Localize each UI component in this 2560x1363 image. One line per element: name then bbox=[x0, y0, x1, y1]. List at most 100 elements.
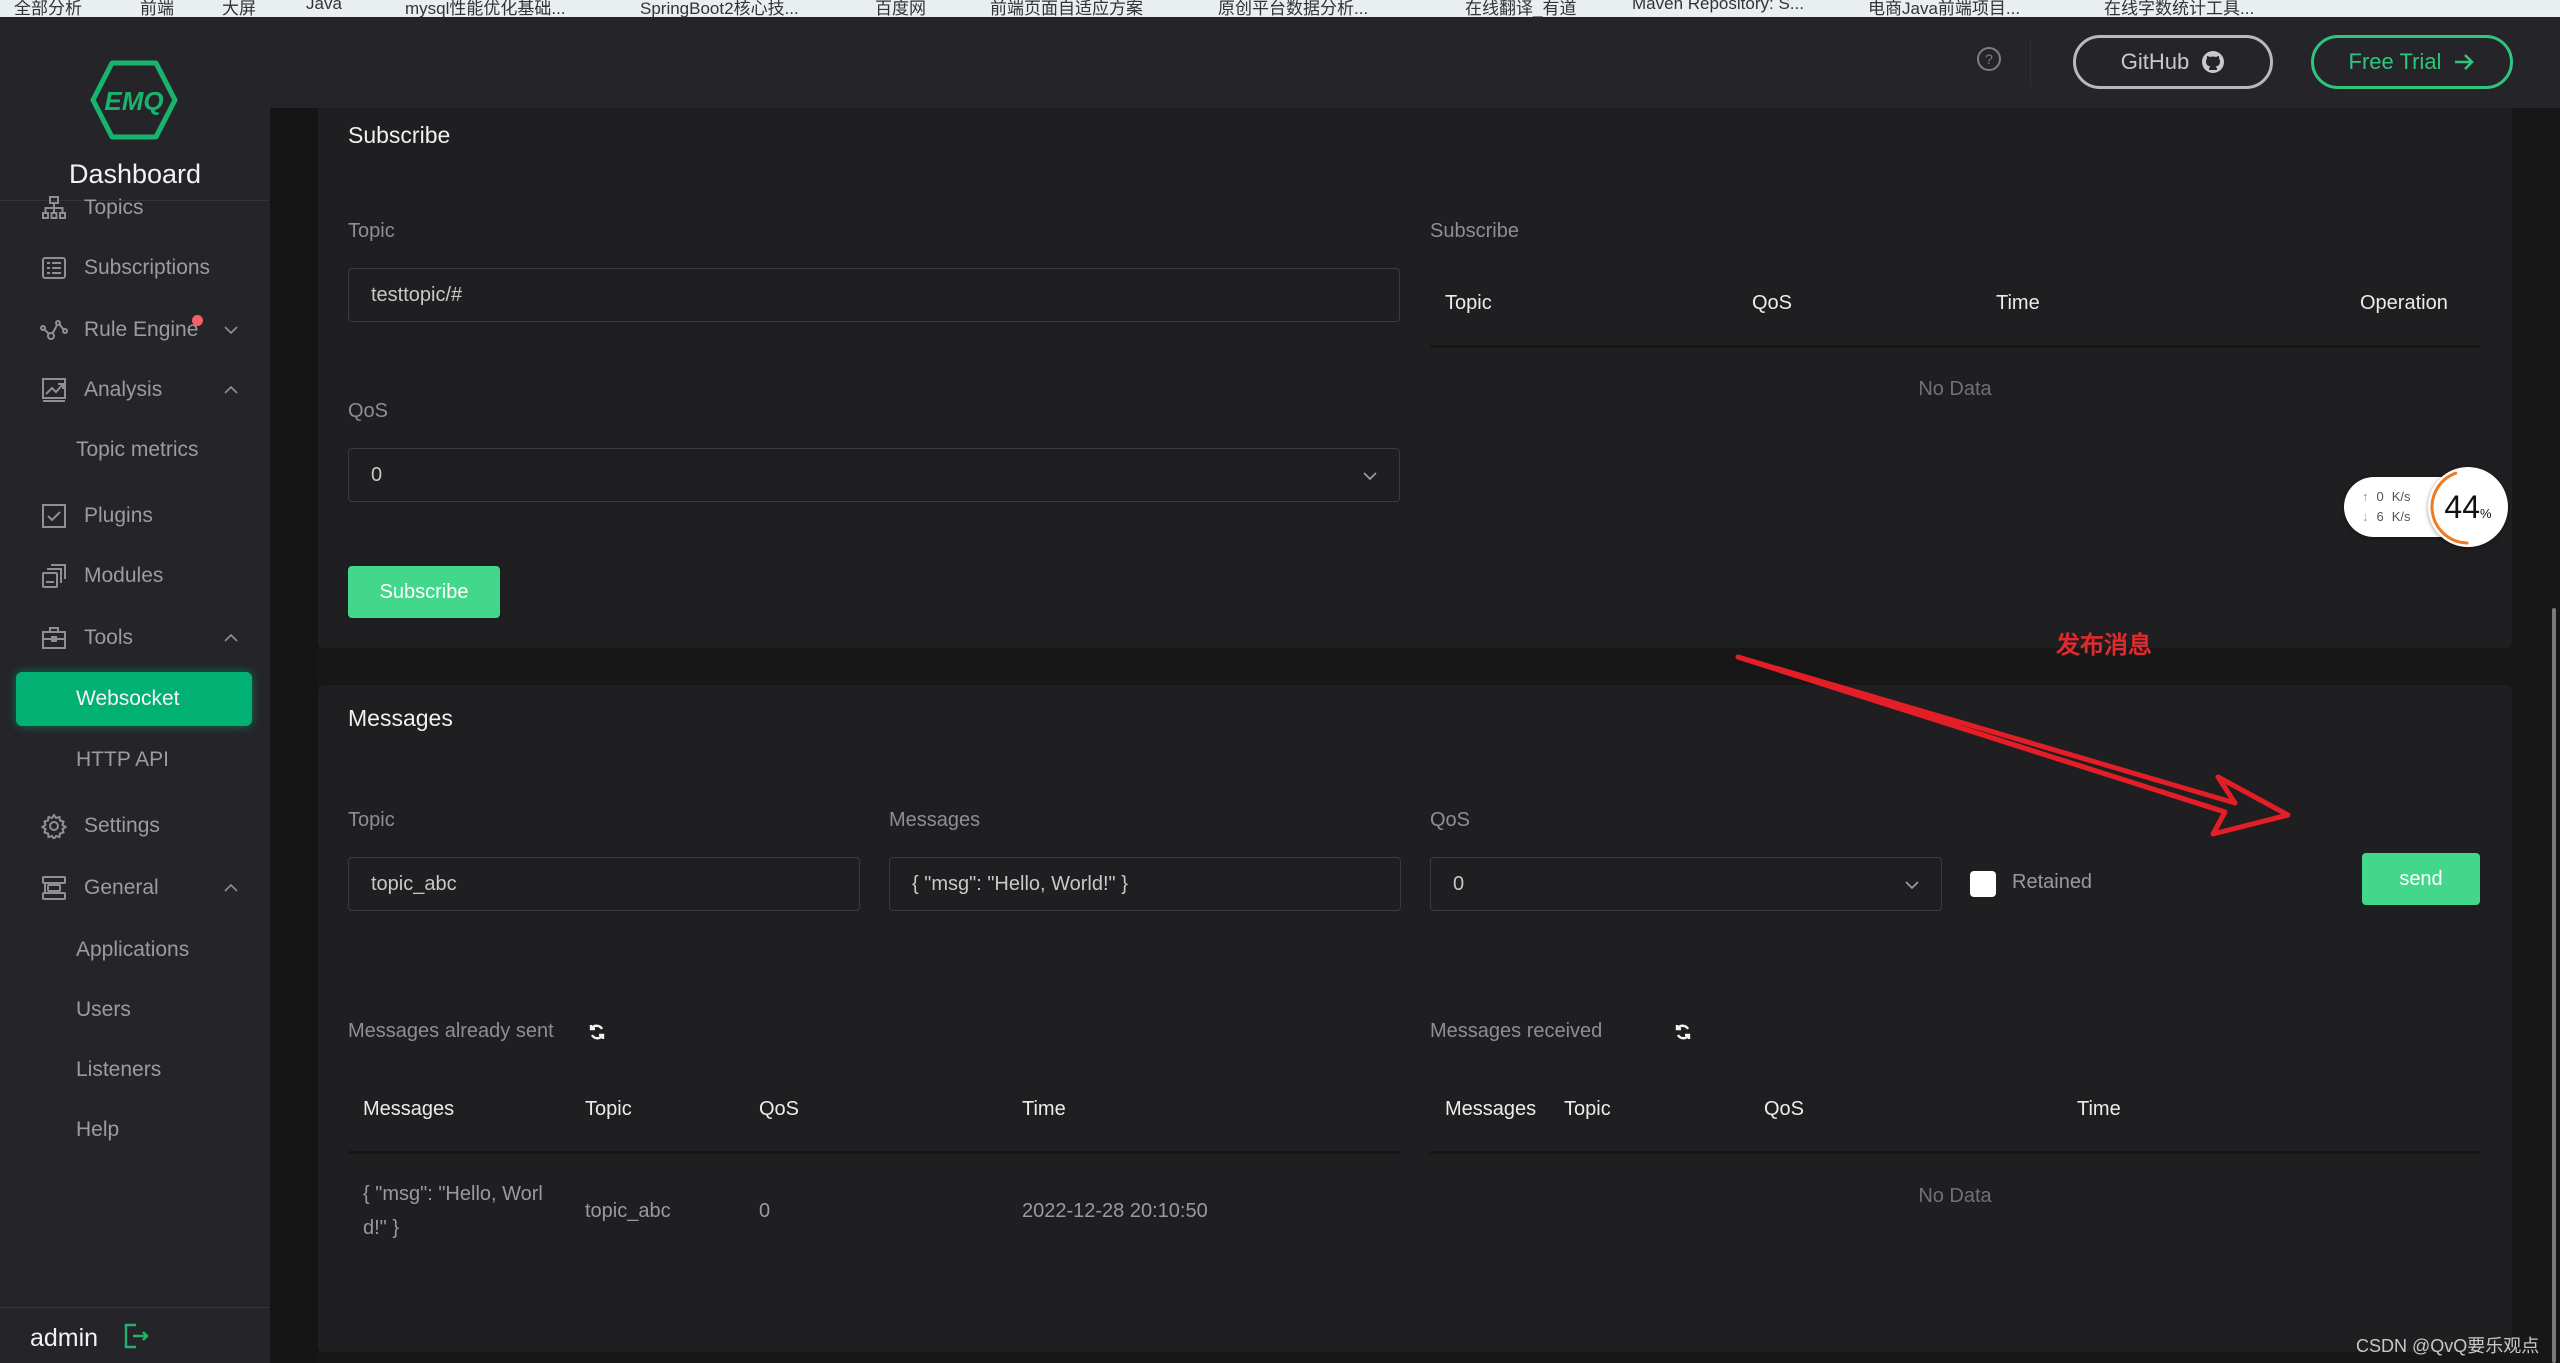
bookmark[interactable]: 全部分析 bbox=[14, 0, 82, 17]
sidebar-item-plugins[interactable]: Plugins bbox=[0, 488, 270, 544]
sidebar-item-subscriptions[interactable]: Subscriptions bbox=[0, 240, 270, 296]
sent-time-cell: 2022-12-28 20:10:50 bbox=[1022, 1200, 1208, 1222]
free-trial-button[interactable]: Free Trial bbox=[2311, 35, 2513, 89]
percent-sign: % bbox=[2480, 506, 2492, 521]
sidebar-item-label: Topic metrics bbox=[76, 438, 199, 461]
sidebar-item-label: Analysis bbox=[84, 378, 163, 401]
sidebar-item-label: Subscriptions bbox=[84, 256, 211, 279]
table-divider bbox=[1430, 1151, 2480, 1154]
subscribe-list-title: Subscribe bbox=[1430, 220, 1519, 242]
bookmark[interactable]: SpringBoot2核心技... bbox=[640, 0, 799, 17]
bookmark[interactable]: 百度网 bbox=[875, 0, 926, 17]
github-icon bbox=[2202, 51, 2225, 73]
message-text-line: { "msg": "Hello, Worl bbox=[363, 1183, 543, 1205]
scrollbar-thumb[interactable] bbox=[2552, 608, 2556, 1363]
sidebar-item-http-api[interactable]: HTTP API bbox=[0, 732, 270, 788]
list-icon bbox=[40, 254, 68, 282]
sidebar-footer: admin bbox=[0, 1307, 270, 1363]
bookmark[interactable]: Maven Repository: S... bbox=[1632, 0, 1804, 14]
arrow-up-icon: ↑ bbox=[2362, 489, 2369, 504]
subscribe-title: Subscribe bbox=[348, 122, 451, 148]
sidebar-item-applications[interactable]: Applications bbox=[0, 922, 270, 978]
sent-qos-cell: 0 bbox=[759, 1200, 771, 1222]
chevron-up-icon bbox=[224, 883, 238, 892]
retained-label[interactable]: Retained bbox=[2012, 871, 2092, 894]
sidebar-item-topic-metrics[interactable]: Topic metrics bbox=[0, 422, 270, 478]
bookmarks-bar: 全部分析 前端 大屏 Java mysql性能优化基础... SpringBoo… bbox=[0, 0, 2560, 17]
logo-area: EMQ Dashboard bbox=[0, 17, 270, 201]
sidebar-item-label: Applications bbox=[76, 938, 190, 961]
sidebar-item-label: Plugins bbox=[84, 504, 153, 527]
logout-icon[interactable] bbox=[122, 1322, 150, 1350]
subscribe-button[interactable]: Subscribe bbox=[348, 566, 500, 618]
bookmark[interactable]: 在线翻译_有道 bbox=[1465, 0, 1576, 17]
bookmark[interactable]: 前端 bbox=[140, 0, 174, 17]
sidebar-item-settings[interactable]: Settings bbox=[0, 798, 270, 854]
gear-icon bbox=[40, 812, 68, 840]
sent-message-cell: { "msg": "Hello, Worl d!" } bbox=[363, 1177, 543, 1245]
sidebar-item-users[interactable]: Users bbox=[0, 982, 270, 1038]
bookmark[interactable]: 在线字数统计工具... bbox=[2104, 0, 2254, 17]
sidebar-item-modules[interactable]: Modules bbox=[0, 548, 270, 604]
send-button[interactable]: send bbox=[2362, 853, 2480, 905]
subscribe-qos-value: 0 bbox=[371, 463, 383, 486]
bookmark[interactable]: mysql性能优化基础... bbox=[405, 0, 566, 17]
sidebar-item-rule-engine[interactable]: Rule Engine bbox=[0, 302, 270, 358]
logo-text: EMQ bbox=[104, 86, 163, 116]
github-label: GitHub bbox=[2120, 49, 2190, 74]
subscribe-topic-input[interactable]: testtopic/# bbox=[348, 268, 1400, 322]
message-payload-input[interactable]: { "msg": "Hello, World!" } bbox=[889, 857, 1401, 911]
toolbox-icon bbox=[40, 624, 68, 652]
refresh-icon[interactable] bbox=[1674, 1023, 1692, 1041]
upload-unit: K/s bbox=[2391, 489, 2411, 504]
sidebar-item-label: Help bbox=[76, 1118, 120, 1141]
sidebar-item-label: HTTP API bbox=[76, 748, 169, 771]
chevron-down-icon bbox=[1363, 472, 1377, 481]
usage-percent: 44% bbox=[2428, 489, 2508, 526]
top-header: ? GitHub Free Trial bbox=[270, 17, 2560, 108]
download-value: 6 bbox=[2376, 509, 2384, 524]
usage-percent-value: 44 bbox=[2444, 489, 2481, 525]
message-text-line: d!" } bbox=[363, 1217, 400, 1239]
column-header: Messages bbox=[1445, 1098, 1537, 1120]
column-header: QoS bbox=[759, 1098, 800, 1120]
message-topic-input[interactable]: topic_abc bbox=[348, 857, 860, 911]
sidebar-item-tools[interactable]: Tools bbox=[0, 610, 270, 666]
bookmark[interactable]: 电商Java前端项目... bbox=[1868, 0, 2020, 17]
message-payload-label: Messages bbox=[889, 809, 981, 831]
chevron-down-icon bbox=[1905, 881, 1919, 890]
sidebar-item-help[interactable]: Help bbox=[0, 1102, 270, 1158]
column-header: Time bbox=[1022, 1098, 1066, 1120]
sidebar-item-listeners[interactable]: Listeners bbox=[0, 1042, 270, 1098]
subscribe-qos-select[interactable]: 0 bbox=[348, 448, 1400, 502]
help-icon[interactable]: ? bbox=[1976, 46, 2002, 72]
arrow-right-icon bbox=[2455, 54, 2475, 70]
memory-usage-gauge[interactable]: 44% bbox=[2428, 467, 2508, 547]
bookmark[interactable]: 前端页面自适应方案 bbox=[990, 0, 1143, 17]
upload-value: 0 bbox=[2376, 489, 2384, 504]
arrow-down-icon: ↓ bbox=[2362, 509, 2369, 524]
sidebar-item-label: Rule Engine bbox=[84, 318, 199, 341]
sidebar-item-label: Modules bbox=[84, 564, 164, 587]
received-empty-text: No Data bbox=[1918, 1185, 1992, 1207]
bookmark[interactable]: 大屏 bbox=[222, 0, 256, 17]
table-divider bbox=[1430, 345, 2480, 348]
retained-checkbox[interactable] bbox=[1970, 871, 1996, 897]
sidebar-item-label: Tools bbox=[84, 626, 134, 649]
sidebar-item-websocket[interactable]: Websocket bbox=[16, 672, 252, 726]
bookmark[interactable]: Java bbox=[306, 0, 342, 14]
sidebar-item-general[interactable]: General bbox=[0, 860, 270, 916]
sidebar-item-topics[interactable]: Topics bbox=[0, 180, 270, 236]
sidebar-item-label: Websocket bbox=[76, 687, 180, 710]
content-gutter bbox=[270, 108, 318, 1363]
refresh-icon[interactable] bbox=[588, 1023, 606, 1041]
sidebar-item-analysis[interactable]: Analysis bbox=[0, 362, 270, 418]
message-qos-select[interactable]: 0 bbox=[1430, 857, 1942, 911]
chart-icon bbox=[40, 376, 68, 404]
table-divider bbox=[348, 1151, 1400, 1154]
watermark: CSDN @QvQ要乐观点 bbox=[2356, 1336, 2540, 1356]
column-header: Topic bbox=[585, 1098, 632, 1120]
github-button[interactable]: GitHub bbox=[2073, 35, 2273, 89]
graph-icon bbox=[40, 316, 68, 344]
bookmark[interactable]: 原创平台数据分析... bbox=[1218, 0, 1368, 17]
